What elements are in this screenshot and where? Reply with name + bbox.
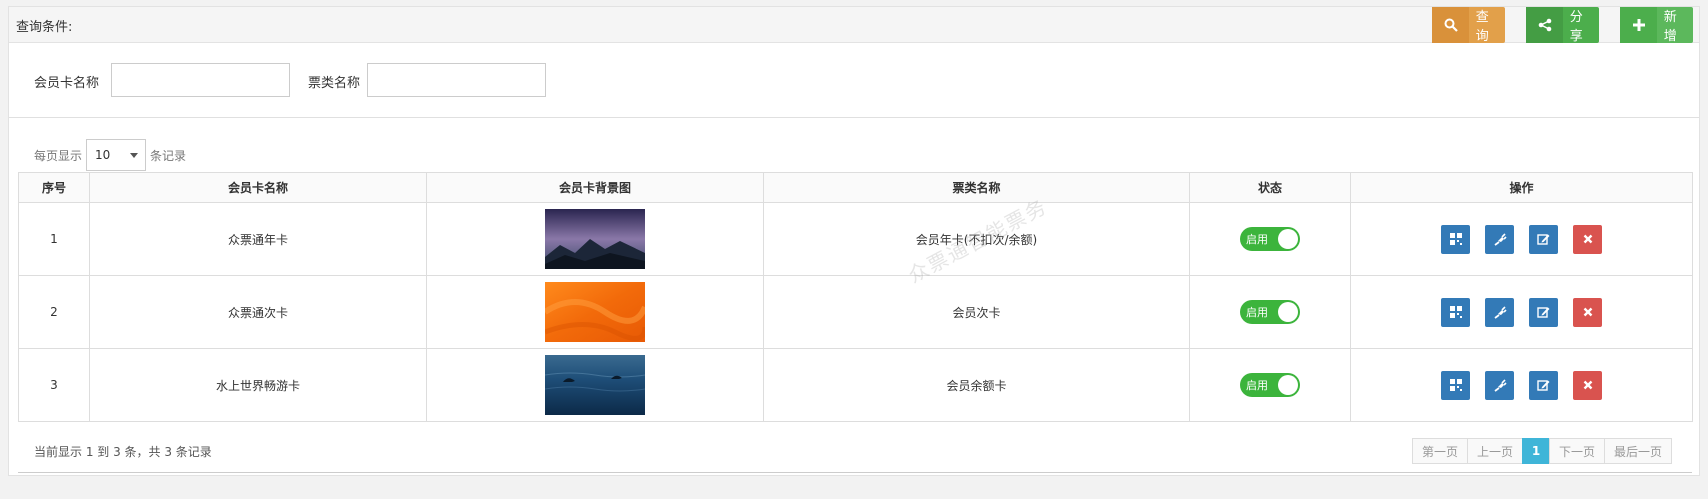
query-button-label: 查询	[1475, 9, 1489, 43]
page-size-suffix: 条记录	[150, 148, 187, 163]
pager-first[interactable]: 第一页	[1412, 438, 1469, 464]
col-header-index[interactable]: 序号	[18, 172, 90, 203]
qrcode-button[interactable]	[1441, 370, 1470, 400]
ocean-dolphin-image	[545, 355, 645, 415]
delete-button[interactable]	[1573, 370, 1602, 400]
qrcode-icon	[1449, 233, 1462, 245]
orange-sand-image	[545, 282, 645, 342]
row-actions	[1351, 224, 1692, 254]
edit-button[interactable]	[1529, 224, 1558, 254]
plug-button[interactable]	[1485, 224, 1514, 254]
col-header-status[interactable]: 状态	[1189, 172, 1351, 203]
page-size-select[interactable]: 10	[86, 139, 147, 171]
table-header-row: 序号 会员卡名称 会员卡背景图 票类名称 状态 操作	[18, 172, 1693, 203]
share-icon	[1526, 7, 1564, 43]
edit-icon	[1537, 379, 1550, 391]
delete-button[interactable]	[1573, 224, 1602, 254]
col-header-card-image[interactable]: 会员卡背景图	[426, 172, 764, 203]
page-size-control: 每页显示 10 条记录	[34, 139, 186, 171]
close-icon	[1583, 234, 1592, 244]
member-card-table: 序号 会员卡名称 会员卡背景图 票类名称 状态 操作 1 众票通年卡 会员年卡(…	[18, 172, 1693, 422]
toggle-knob	[1278, 229, 1298, 249]
row-card-name: 水上世界畅游卡	[89, 348, 427, 422]
row-index: 3	[18, 348, 90, 422]
plug-button[interactable]	[1485, 297, 1514, 327]
night-mountains-image	[545, 209, 645, 269]
row-card-name: 众票通次卡	[89, 275, 427, 349]
edit-button[interactable]	[1529, 370, 1558, 400]
row-index: 2	[18, 275, 90, 349]
panel-title: 查询条件:	[16, 20, 73, 35]
divider	[9, 117, 1699, 118]
records-info: 当前显示 1 到 3 条，共 3 条记录	[34, 445, 212, 459]
chevron-down-icon	[130, 153, 139, 158]
add-button[interactable]: 新增	[1620, 7, 1693, 43]
qrcode-button[interactable]	[1441, 297, 1470, 327]
page-size-value: 10	[95, 148, 111, 162]
status-toggle-label: 启用	[1246, 379, 1268, 392]
col-header-card-name[interactable]: 会员卡名称	[89, 172, 427, 203]
pager-current[interactable]: 1	[1522, 438, 1551, 464]
plug-icon	[1493, 379, 1507, 392]
plug-button[interactable]	[1485, 370, 1514, 400]
table-row: 2 众票通次卡 会员次卡 启用	[18, 275, 1693, 349]
card-name-input[interactable]	[111, 63, 290, 97]
bottom-divider	[18, 472, 1692, 473]
row-actions	[1351, 297, 1692, 327]
share-button-label: 分享	[1569, 9, 1583, 43]
edit-icon	[1537, 306, 1550, 318]
col-header-actions: 操作	[1350, 172, 1693, 203]
edit-icon	[1537, 233, 1550, 245]
row-ticket-name: 会员次卡	[763, 275, 1190, 349]
row-ticket-name: 会员年卡(不扣次/余额)	[763, 202, 1190, 276]
row-card-name: 众票通年卡	[89, 202, 427, 276]
row-ticket-name: 会员余额卡	[763, 348, 1190, 422]
panel-header: 查询条件: 查询 分享 新增	[9, 7, 1699, 43]
status-toggle[interactable]: 启用	[1240, 300, 1300, 324]
ticket-name-input[interactable]	[367, 63, 546, 97]
plug-icon	[1493, 306, 1507, 319]
search-icon	[1432, 7, 1470, 43]
qrcode-button[interactable]	[1441, 224, 1470, 254]
ticket-name-label: 票类名称	[308, 76, 361, 91]
query-button[interactable]: 查询	[1432, 7, 1505, 43]
toggle-knob	[1278, 302, 1298, 322]
table-row: 3 水上世界畅游卡 会员余额卡 启用	[18, 348, 1693, 422]
search-row: 会员卡名称 票类名称	[9, 63, 1699, 99]
share-button[interactable]: 分享	[1526, 7, 1599, 43]
pagination: 第一页 上一页 1 下一页 最后一页	[1412, 438, 1673, 464]
row-index: 1	[18, 202, 90, 276]
toggle-knob	[1278, 375, 1298, 395]
row-actions	[1351, 370, 1692, 400]
status-toggle-label: 启用	[1246, 306, 1268, 319]
plug-icon	[1493, 233, 1507, 246]
table-row: 1 众票通年卡 会员年卡(不扣次/余额) 启用	[18, 202, 1693, 276]
page-size-prefix: 每页显示	[34, 148, 83, 163]
status-toggle-label: 启用	[1246, 233, 1268, 246]
close-icon	[1583, 380, 1592, 390]
status-toggle[interactable]: 启用	[1240, 373, 1300, 397]
status-toggle[interactable]: 启用	[1240, 227, 1300, 251]
col-header-ticket-name[interactable]: 票类名称	[763, 172, 1190, 203]
close-icon	[1583, 307, 1592, 317]
add-button-label: 新增	[1663, 9, 1677, 43]
delete-button[interactable]	[1573, 297, 1602, 327]
card-name-label: 会员卡名称	[34, 76, 100, 91]
edit-button[interactable]	[1529, 297, 1558, 327]
qrcode-icon	[1449, 379, 1462, 391]
pager-prev[interactable]: 上一页	[1467, 438, 1524, 464]
pager-next[interactable]: 下一页	[1549, 438, 1606, 464]
qrcode-icon	[1449, 306, 1462, 318]
pager-last[interactable]: 最后一页	[1604, 438, 1673, 464]
query-panel: 查询条件: 查询 分享 新增 会员卡名称 票类名称 每页显示 10 条记录 序号…	[8, 6, 1700, 476]
plus-icon	[1620, 7, 1658, 43]
